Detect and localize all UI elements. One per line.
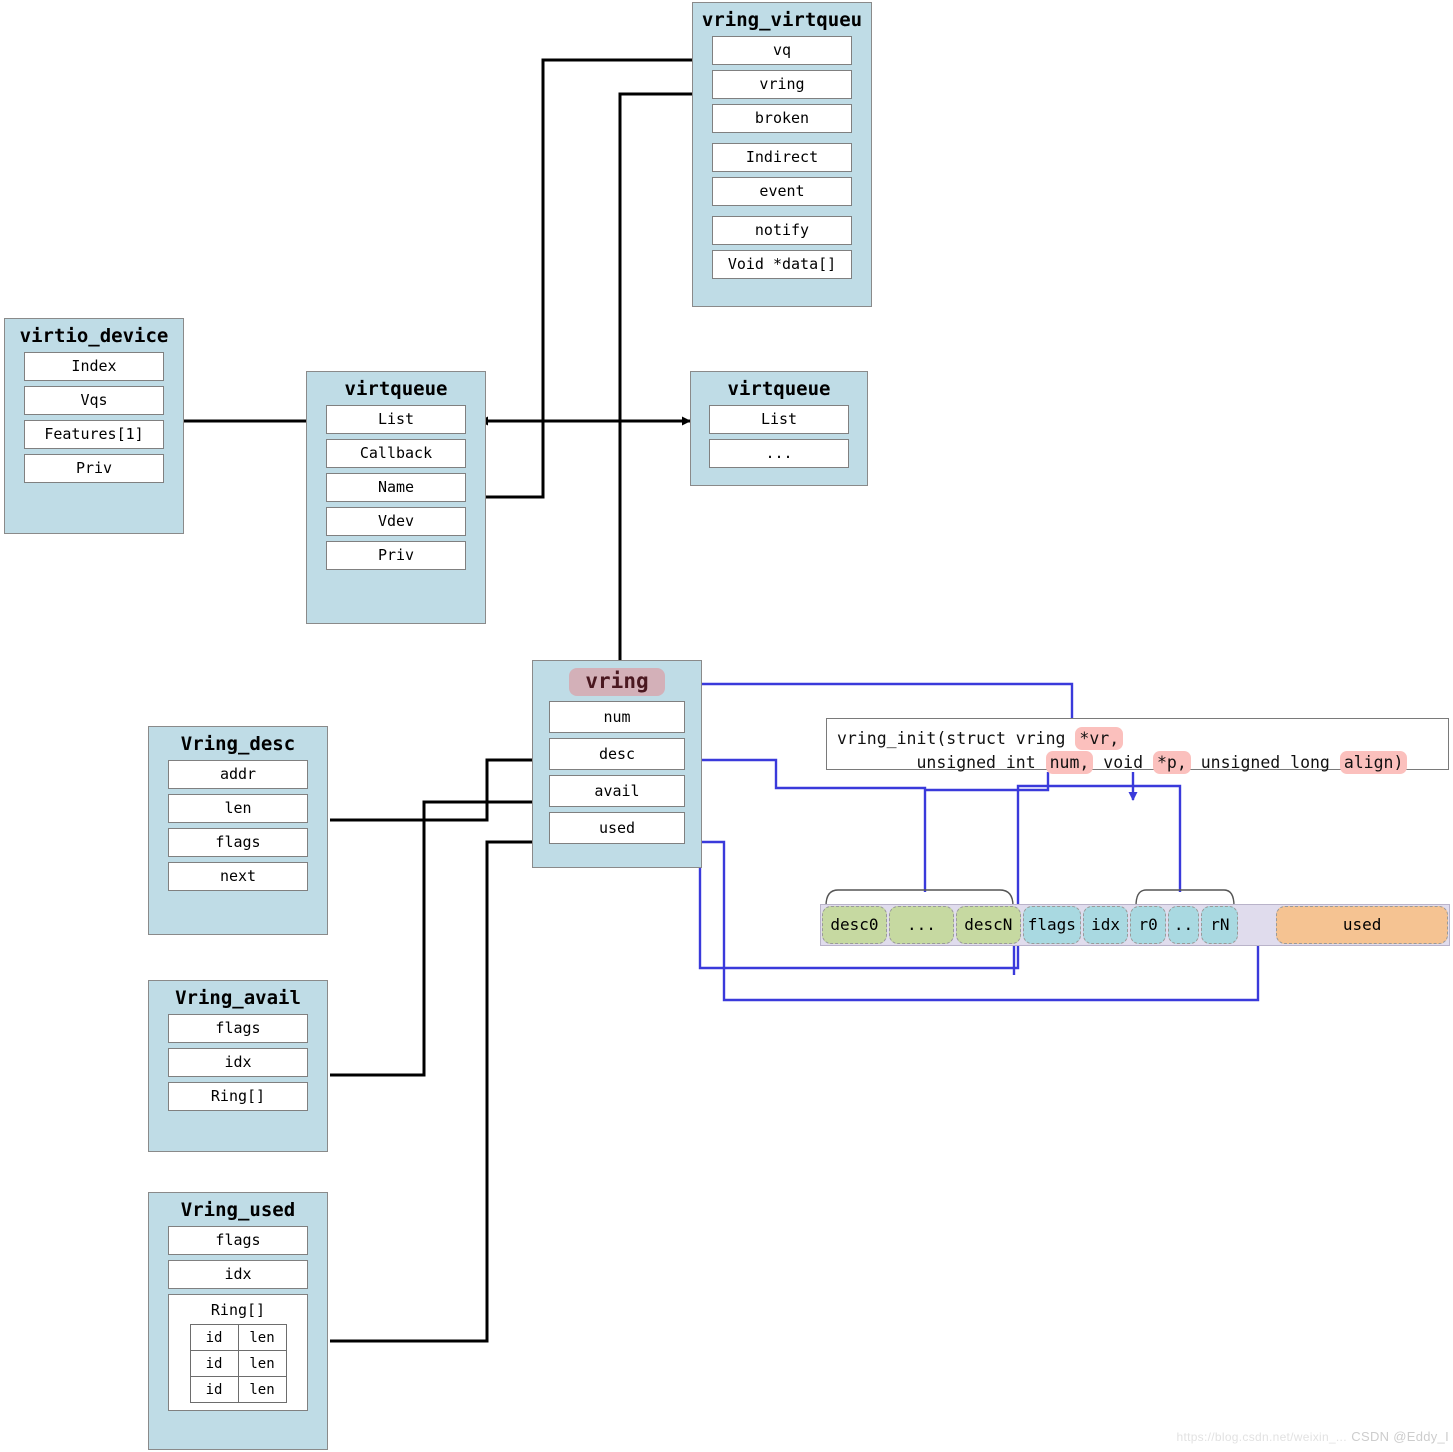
field-next[interactable]: next: [168, 862, 308, 891]
vring-memory-layout-bar: desc0 ... descN flags idx r0 .. rN used: [820, 904, 1450, 946]
field-event[interactable]: event: [712, 177, 852, 206]
init-hl-vr: *vr,: [1075, 727, 1123, 750]
field-callback[interactable]: Callback: [326, 439, 466, 468]
used-ring-label: Ring[]: [169, 1299, 307, 1321]
struct-title: Vring_used: [149, 1193, 327, 1226]
mem-cell-descN[interactable]: descN: [956, 906, 1021, 944]
used-ring-table: id len id len id len: [190, 1324, 287, 1403]
field-vring[interactable]: vring: [712, 70, 852, 99]
field-void-data[interactable]: Void *data[]: [712, 250, 852, 279]
field-used[interactable]: used: [549, 812, 685, 844]
field-broken[interactable]: broken: [712, 104, 852, 133]
cell-id: id: [190, 1377, 238, 1403]
init-hl-align: align): [1340, 751, 1408, 774]
mem-cell-used[interactable]: used: [1276, 906, 1448, 944]
vring-init-signature-box: vring_init(struct vring *vr, unsigned in…: [826, 718, 1449, 770]
field-vqs[interactable]: Vqs: [24, 386, 164, 415]
field-flags[interactable]: flags: [168, 1014, 308, 1043]
struct-virtqueue-primary[interactable]: virtqueue List Callback Name Vdev Priv: [306, 371, 486, 624]
mem-cell-desc0[interactable]: desc0: [822, 906, 887, 944]
struct-title: Vring_desc: [149, 727, 327, 760]
field-idx[interactable]: idx: [168, 1048, 308, 1077]
field-num[interactable]: num: [549, 701, 685, 733]
init-hl-num: num,: [1046, 751, 1094, 774]
field-vq[interactable]: vq: [712, 36, 852, 65]
cell-id: id: [190, 1351, 238, 1377]
mem-cell-ring-ellipsis[interactable]: ..: [1168, 906, 1200, 944]
struct-vring-virtqueue[interactable]: vring_virtqueu vq vring broken Indirect …: [692, 2, 872, 307]
struct-vring-desc[interactable]: Vring_desc addr len flags next: [148, 726, 328, 935]
cell-len: len: [238, 1351, 286, 1377]
watermark-url: https://blog.csdn.net/weixin_...: [1176, 1430, 1346, 1444]
init-hl-p: *p,: [1153, 751, 1191, 774]
struct-title: vring_virtqueu: [693, 3, 871, 36]
init-line2-mid2: unsigned long: [1191, 753, 1340, 772]
init-line1-pre: vring_init(struct vring: [837, 729, 1075, 748]
field-features[interactable]: Features[1]: [24, 420, 164, 449]
struct-vring-avail[interactable]: Vring_avail flags idx Ring[]: [148, 980, 328, 1152]
struct-vring[interactable]: vring num desc avail used: [532, 660, 702, 868]
field-idx[interactable]: idx: [168, 1260, 308, 1289]
table-row[interactable]: id len: [190, 1351, 286, 1377]
field-addr[interactable]: addr: [168, 760, 308, 789]
field-index[interactable]: Index: [24, 352, 164, 381]
mem-cell-idx[interactable]: idx: [1083, 906, 1129, 944]
struct-title: virtio_device: [5, 319, 183, 352]
mem-cell-r0[interactable]: r0: [1130, 906, 1165, 944]
diagram-canvas: vring_virtqueu vq vring broken Indirect …: [0, 0, 1453, 1452]
field-list[interactable]: List: [709, 405, 849, 434]
field-ellipsis[interactable]: ...: [709, 439, 849, 468]
field-notify[interactable]: notify: [712, 216, 852, 245]
mem-cell-desc-ellipsis[interactable]: ...: [889, 906, 954, 944]
struct-title: virtqueue: [691, 372, 867, 405]
watermark: https://blog.csdn.net/weixin_... CSDN @E…: [1176, 1428, 1449, 1446]
field-indirect[interactable]: Indirect: [712, 143, 852, 172]
vring-title-pill: vring: [569, 668, 664, 696]
field-name[interactable]: Name: [326, 473, 466, 502]
watermark-credit: CSDN @Eddy_I: [1351, 1429, 1449, 1444]
cell-id: id: [190, 1325, 238, 1351]
field-ring[interactable]: Ring[]: [168, 1082, 308, 1111]
struct-title-wrap: vring: [533, 661, 701, 701]
table-row[interactable]: id len: [190, 1377, 286, 1403]
struct-title: virtqueue: [307, 372, 485, 405]
field-vdev[interactable]: Vdev: [326, 507, 466, 536]
field-priv[interactable]: Priv: [326, 541, 466, 570]
cell-len: len: [238, 1377, 286, 1403]
used-ring-box[interactable]: Ring[] id len id len id len: [168, 1294, 308, 1411]
table-row[interactable]: id len: [190, 1325, 286, 1351]
field-avail[interactable]: avail: [549, 775, 685, 807]
field-flags[interactable]: flags: [168, 828, 308, 857]
struct-vring-used[interactable]: Vring_used flags idx Ring[] id len id le…: [148, 1192, 328, 1450]
field-desc[interactable]: desc: [549, 738, 685, 770]
init-line2-pre: unsigned int: [837, 753, 1046, 772]
field-len[interactable]: len: [168, 794, 308, 823]
mem-cell-flags[interactable]: flags: [1023, 906, 1081, 944]
field-list[interactable]: List: [326, 405, 466, 434]
init-line2-mid1: void: [1093, 753, 1153, 772]
cell-len: len: [238, 1325, 286, 1351]
struct-virtio-device[interactable]: virtio_device Index Vqs Features[1] Priv: [4, 318, 184, 534]
struct-title: Vring_avail: [149, 981, 327, 1014]
mem-cell-rN[interactable]: rN: [1201, 906, 1238, 944]
field-flags[interactable]: flags: [168, 1226, 308, 1255]
field-priv[interactable]: Priv: [24, 454, 164, 483]
struct-virtqueue-secondary[interactable]: virtqueue List ...: [690, 371, 868, 486]
